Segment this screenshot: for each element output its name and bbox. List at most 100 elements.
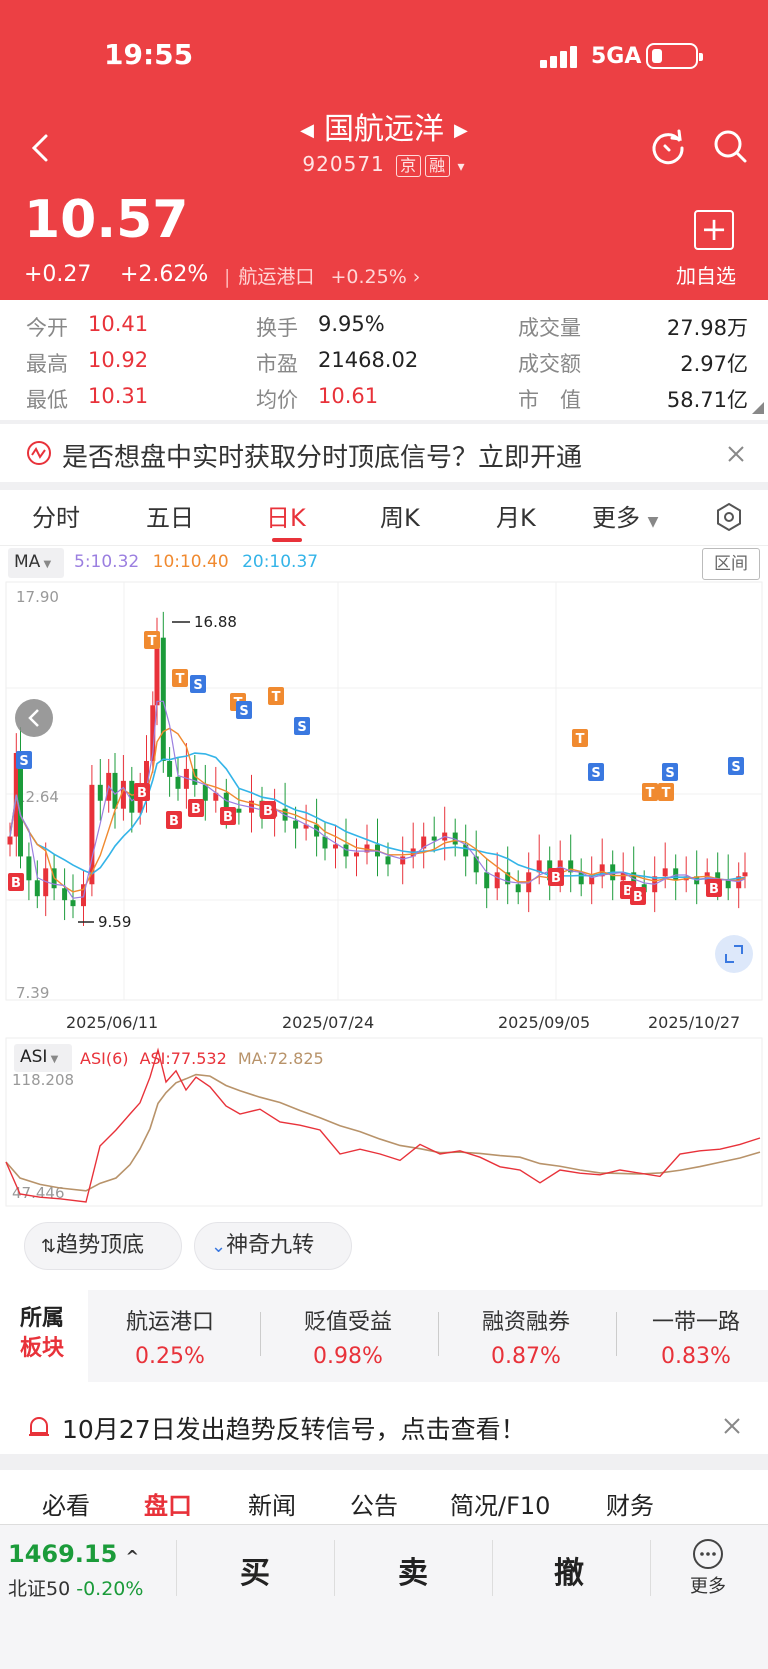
sell-button[interactable]: 卖 <box>398 1548 428 1592</box>
tab-must-see[interactable]: 必看 <box>42 1486 90 1521</box>
expand-corner-icon[interactable] <box>752 402 764 414</box>
status-time: 19:55 <box>104 38 194 71</box>
buy-button[interactable]: 买 <box>240 1548 270 1592</box>
index-info[interactable]: 北证50 -0.20% <box>8 1574 143 1601</box>
candles <box>7 611 748 927</box>
tab-f10[interactable]: 简况/F10 <box>450 1486 550 1521</box>
search-icon[interactable] <box>710 126 750 166</box>
prev-stock-icon[interactable]: ◀ <box>300 120 314 141</box>
signal-badge-letter: T <box>176 672 185 687</box>
tab-order-book[interactable]: 盘口 <box>144 1486 192 1521</box>
stat-open: 今开 10.41 <box>26 312 149 340</box>
battery-icon <box>646 43 703 69</box>
price-axis-bottom: 7.39 <box>16 984 49 1002</box>
candle-body <box>515 884 521 893</box>
signal-badge-letter: T <box>272 690 281 705</box>
stat-avg-price: 均价 10.61 <box>256 384 379 412</box>
stat-volume: 成交量 27.98万 <box>518 316 748 340</box>
tab-more[interactable]: 更多 ▼ <box>592 498 658 533</box>
fullscreen-button[interactable] <box>715 935 753 973</box>
margin-tag: 融 <box>425 155 451 177</box>
candle-body <box>354 852 359 857</box>
stat-amount: 成交额 2.97亿 <box>518 352 748 376</box>
add-favorite-label[interactable]: 加自选 <box>676 260 736 289</box>
candle-body <box>97 784 103 801</box>
sector-change: +0.25% <box>330 266 407 288</box>
signal-badge-letter: S <box>297 720 306 735</box>
candle-body <box>742 872 748 877</box>
signal-badge-letter: B <box>11 876 21 891</box>
candle-body <box>431 836 437 841</box>
candle-body <box>400 856 406 865</box>
candle-body <box>725 880 731 889</box>
candle-body <box>129 780 135 813</box>
trend-alert-banner[interactable]: 10月27日发出趋势反转信号，点击查看！ <box>0 1398 768 1454</box>
ma5-value: 5:10.32 <box>74 552 140 572</box>
candle-body <box>236 808 242 813</box>
signal-icon <box>540 44 582 68</box>
indicator-selector[interactable]: ASI ▼ <box>14 1044 72 1072</box>
x-label-3: 2025/09/05 <box>498 1013 590 1032</box>
next-stock-icon[interactable]: ▶ <box>454 120 468 141</box>
close-icon[interactable] <box>724 442 748 466</box>
network-type: 5GA <box>591 44 642 69</box>
x-label-2: 2025/07/24 <box>282 1013 374 1032</box>
divider <box>0 1454 768 1470</box>
sector-name: 航运港口 <box>238 266 315 288</box>
ma-legend: 5:10.32 10:10.40 20:10.37 <box>74 552 318 572</box>
sector-item-belt-road[interactable]: 一带一路 0.83% <box>624 1304 768 1369</box>
signal-badge-letter: B <box>551 871 561 886</box>
tab-five-day[interactable]: 五日 <box>146 498 194 533</box>
magic-nine-button[interactable]: ⌄神奇九转 <box>194 1222 352 1270</box>
detail-tabs: 必看 盘口 新闻 公告 简况/F10 财务 <box>0 1470 768 1526</box>
current-price: 10.57 <box>24 190 189 250</box>
price-change-pct: +2.62% <box>120 262 209 287</box>
tab-news[interactable]: 新闻 <box>248 1486 296 1521</box>
chart-scroll-left-button[interactable] <box>15 699 53 737</box>
more-label[interactable]: 更多 <box>690 1572 726 1598</box>
divider <box>334 1540 335 1596</box>
tab-monthly-k[interactable]: 月K <box>496 498 536 533</box>
refresh-icon[interactable] <box>648 126 688 166</box>
signal-badge-letter: S <box>19 754 28 769</box>
sector-item-depreciation[interactable]: 贬值受益 0.98% <box>268 1304 428 1369</box>
stat-turnover: 换手 9.95% <box>256 312 385 340</box>
range-button[interactable]: 区间 <box>702 548 760 580</box>
asi-axis-top: 118.208 <box>12 1071 74 1089</box>
divider <box>492 1540 493 1596</box>
trend-top-bottom-button[interactable]: ⇅趋势顶底 <box>24 1222 182 1270</box>
candle-body <box>167 760 173 777</box>
signal-badge-letter: T <box>662 786 671 801</box>
ma-selector[interactable]: MA ▼ <box>8 548 64 578</box>
settings-icon[interactable] <box>714 502 744 532</box>
signal-badge-letter: S <box>591 766 600 781</box>
divider <box>650 1540 651 1596</box>
divider <box>176 1540 177 1596</box>
stock-code: 920571 <box>302 152 385 176</box>
more-icon[interactable] <box>692 1538 724 1570</box>
tab-finance[interactable]: 财务 <box>606 1486 654 1521</box>
stat-market-cap: 市 值 58.71亿 <box>518 388 748 412</box>
index-value[interactable]: 1469.15 ^ <box>8 1540 139 1568</box>
chevron-right-icon: › <box>412 266 421 288</box>
add-favorite-button[interactable]: + <box>694 210 734 250</box>
cancel-order-button[interactable]: 撤 <box>554 1548 584 1592</box>
signal-badge-letter: B <box>191 802 201 817</box>
sector-link[interactable]: | 航运港口 +0.25% › <box>224 262 420 289</box>
sector-heading: 所属 板块 <box>20 1306 65 1361</box>
sector-item-shipping[interactable]: 航运港口 0.25% <box>90 1304 250 1369</box>
candle-body <box>7 836 13 845</box>
alarm-icon <box>29 1417 49 1436</box>
stock-name[interactable]: 国航远洋 <box>324 112 444 147</box>
signal-badge-letter: B <box>263 804 273 819</box>
sector-item-margin[interactable]: 融资融券 0.87% <box>446 1304 606 1369</box>
divider <box>616 1312 617 1356</box>
candle-body <box>333 844 338 849</box>
close-icon[interactable] <box>720 1414 744 1438</box>
tab-intraday[interactable]: 分时 <box>32 498 80 533</box>
tab-weekly-k[interactable]: 周K <box>380 498 420 533</box>
kline-chart[interactable]: 17.90 12.64 7.39 16.88 9.59 TTSTSTSTSTTS… <box>0 580 768 1210</box>
tab-daily-k[interactable]: 日K <box>266 498 306 533</box>
promo-banner[interactable]: 是否想盘中实时获取分时顶底信号？立即开通 <box>0 424 768 482</box>
tab-announcements[interactable]: 公告 <box>350 1486 398 1521</box>
